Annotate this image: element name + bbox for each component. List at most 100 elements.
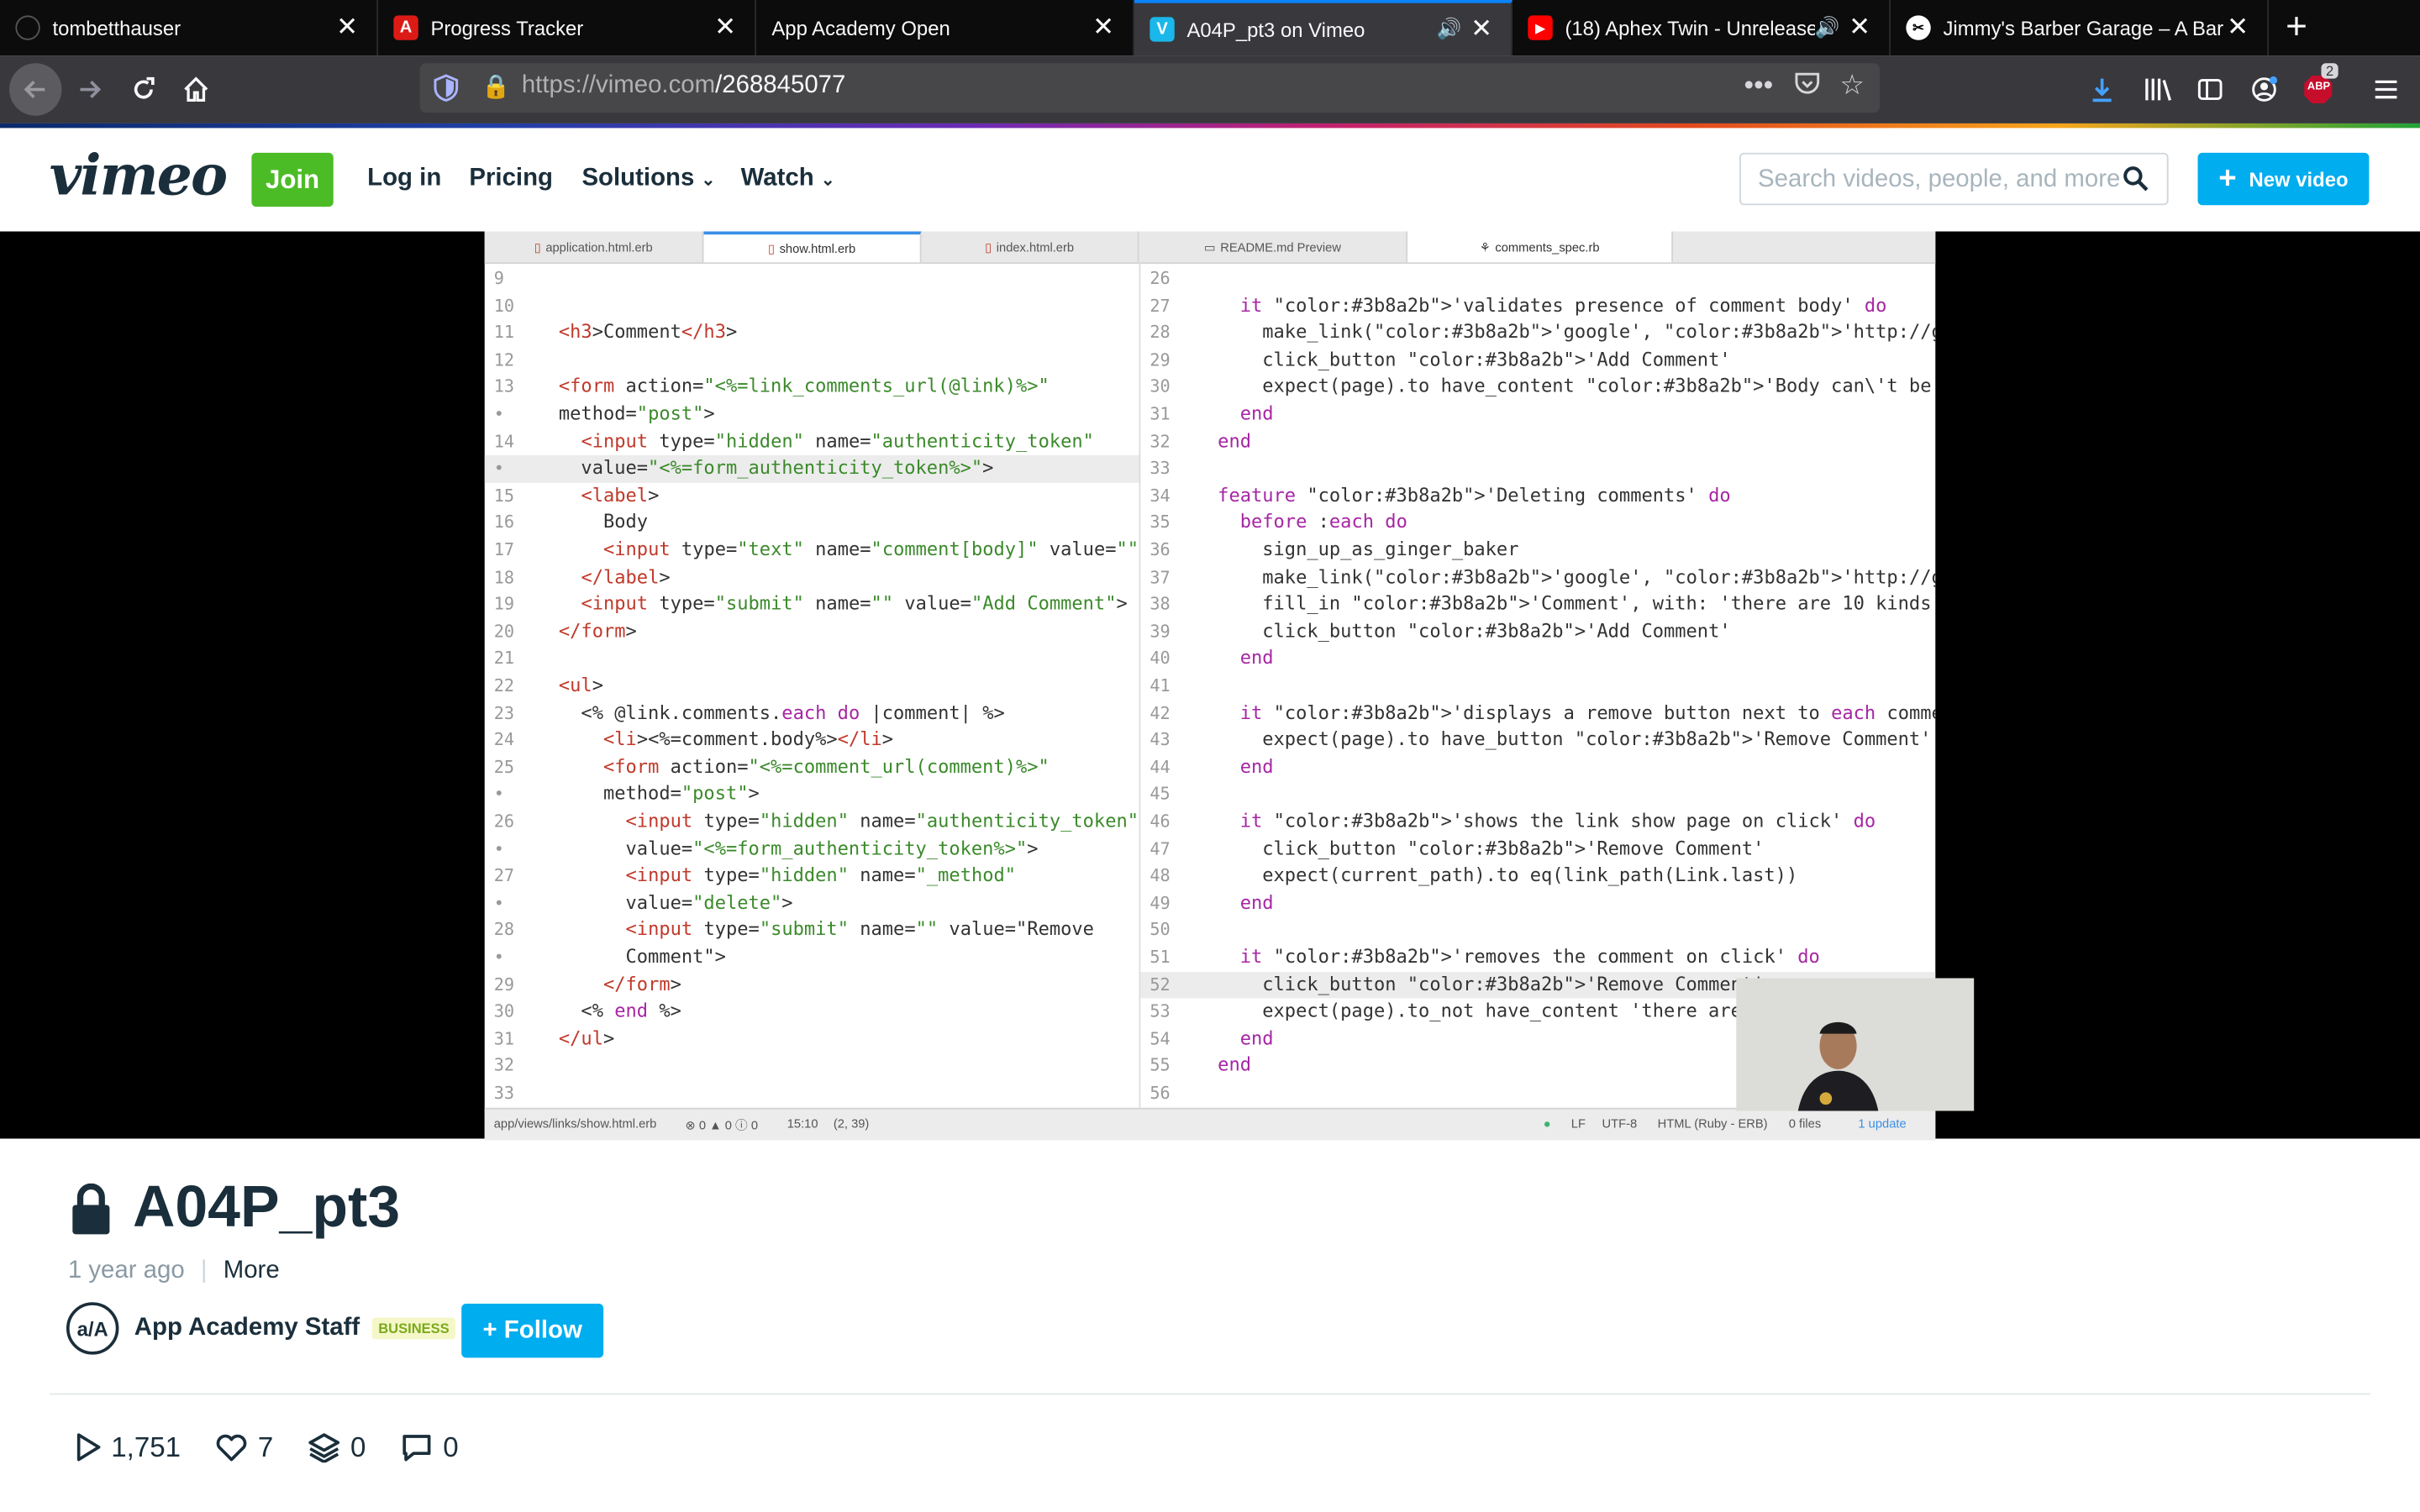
line-number: 29 — [493, 974, 515, 995]
code-line: </label> — [581, 565, 671, 588]
tab-youtube-aphex[interactable]: ▶ (18) Aphex Twin - Unreleased 🔊 ✕ — [1512, 0, 1891, 56]
url-bar[interactable]: 🔒 https://vimeo.com/268845077 ••• ☆ — [419, 63, 1881, 113]
reload-button[interactable] — [118, 65, 168, 114]
adblock-button[interactable]: ABP 2 — [2293, 63, 2343, 114]
close-tab-icon[interactable]: ✕ — [2224, 13, 2252, 44]
watch-menu[interactable]: Watch ⌄ — [741, 165, 835, 193]
login-link[interactable]: Log in — [367, 165, 441, 193]
editor-tab-bar: ▯ application.html.erb ▯ show.html.erb ▯ in… — [484, 231, 1936, 265]
line-number: 41 — [1150, 675, 1171, 696]
close-tab-icon[interactable]: ✕ — [1090, 13, 1118, 44]
line-number: 27 — [1150, 295, 1171, 316]
library-button[interactable] — [2133, 65, 2182, 114]
search-input[interactable]: Search videos, people, and more — [1739, 152, 2169, 206]
status-path: app/views/links/show.html.erb — [493, 1116, 657, 1131]
tab-tombetthauser[interactable]: tombetthauser ✕ — [0, 0, 379, 56]
tab-app-academy-open[interactable]: App Academy Open ✕ — [756, 0, 1135, 56]
line-number: 29 — [1150, 349, 1171, 370]
code-line: it "color:#3b8a2b">'shows the link show … — [1239, 810, 1876, 832]
line-number: 9 — [493, 268, 504, 289]
speaker-icon[interactable]: 🔊 — [1815, 15, 1840, 39]
tab-progress-tracker[interactable]: A Progress Tracker ✕ — [378, 0, 757, 56]
reload-icon — [134, 76, 155, 99]
tab-vimeo-active[interactable]: V A04P_pt3 on Vimeo 🔊 ✕ — [1134, 0, 1513, 56]
video-meta: 1 year ago | More — [68, 1257, 280, 1285]
code-line: <ul> — [558, 674, 604, 696]
url-text[interactable]: https://vimeo.com/268845077 — [522, 72, 846, 100]
home-icon — [184, 76, 208, 102]
line-number: 11 — [493, 323, 515, 344]
new-video-button[interactable]: + New video — [2197, 152, 2370, 206]
line-number: 32 — [1150, 431, 1171, 452]
url-host: https://vimeo.com — [521, 72, 716, 99]
pricing-link[interactable]: Pricing — [469, 165, 553, 193]
line-number: 55 — [1150, 1056, 1171, 1076]
solutions-menu[interactable]: Solutions ⌄ — [581, 165, 715, 193]
page-actions-icon[interactable]: ••• — [1744, 70, 1774, 102]
tracking-shield-icon[interactable] — [432, 74, 460, 102]
sidebar-icon — [2197, 79, 2223, 101]
barber-icon: ✂ — [1906, 15, 1931, 40]
line-number: 32 — [493, 1056, 515, 1076]
menu-button[interactable] — [2361, 65, 2411, 114]
pocket-icon[interactable] — [1793, 70, 1821, 105]
line-number: 25 — [493, 757, 515, 778]
line-number: 17 — [493, 539, 515, 560]
join-button[interactable]: Join — [251, 152, 334, 207]
close-tab-icon[interactable]: ✕ — [1468, 14, 1496, 45]
comments-count: 0 — [443, 1431, 459, 1462]
forward-button[interactable] — [65, 65, 114, 114]
line-number: 51 — [1150, 947, 1171, 968]
more-link[interactable]: More — [224, 1257, 280, 1284]
search-icon[interactable] — [2121, 164, 2152, 195]
avatar[interactable]: a/A — [66, 1302, 119, 1355]
line-number: 16 — [493, 512, 515, 533]
code-line: end — [1239, 1026, 1274, 1049]
line-number: 35 — [1150, 512, 1171, 533]
code-line: make_link("color:#3b8a2b">'google', "col… — [1218, 321, 1936, 344]
chevron-down-icon: ⌄ — [820, 171, 835, 190]
comment-icon — [402, 1435, 431, 1462]
code-line: feature "color:#3b8a2b">'Deleting commen… — [1218, 484, 1731, 507]
collections-stat[interactable]: 0 — [308, 1431, 366, 1464]
close-tab-icon[interactable]: ✕ — [334, 13, 361, 44]
speaker-icon[interactable]: 🔊 — [1437, 17, 1462, 41]
tab-title: Progress Tracker — [430, 16, 584, 39]
line-number: 34 — [1150, 486, 1171, 507]
code-line: end — [1239, 891, 1274, 913]
downloads-button[interactable] — [2077, 65, 2127, 114]
line-number: 33 — [493, 1083, 515, 1104]
line-number: • — [493, 838, 504, 859]
account-button[interactable] — [2239, 65, 2289, 114]
code-line: <input type="hidden" name="authenticity_… — [581, 429, 1094, 452]
line-number: 21 — [493, 648, 515, 669]
browser-tab-strip: tombetthauser ✕ A Progress Tracker ✕ App… — [0, 0, 2420, 56]
likes-stat[interactable]: 7 — [214, 1431, 273, 1464]
lock-icon[interactable]: 🔒 — [481, 72, 510, 100]
close-tab-icon[interactable]: ✕ — [712, 13, 739, 44]
code-line: expect(page).to_not have_content 'there … — [1218, 1000, 1742, 1022]
tab-barber-garage[interactable]: ✂ Jimmy's Barber Garage – A Barb ✕ — [1891, 0, 2270, 56]
comments-stat[interactable]: 0 — [400, 1431, 459, 1464]
code-line: <h3>Comment</h3> — [558, 321, 738, 344]
editor-tab-label: comments_spec.rb — [1495, 239, 1600, 255]
arrow-left-icon — [24, 81, 45, 99]
line-number: 10 — [493, 295, 515, 316]
line-number: 31 — [1150, 404, 1171, 425]
bookmark-star-icon[interactable]: ☆ — [1839, 70, 1865, 102]
new-tab-button[interactable]: + — [2275, 6, 2317, 49]
owner-name-link[interactable]: App Academy Staff — [134, 1315, 360, 1342]
vimeo-logo[interactable]: vimeo — [50, 144, 228, 208]
plays-stat: 1,751 — [74, 1431, 181, 1464]
code-line: end — [1239, 755, 1274, 778]
close-tab-icon[interactable]: ✕ — [1846, 13, 1874, 44]
video-player[interactable]: ▯ application.html.erb ▯ show.html.erb ▯ in… — [0, 231, 2420, 1141]
heart-icon — [216, 1434, 247, 1462]
line-number: 27 — [493, 865, 515, 886]
back-button[interactable] — [9, 63, 62, 116]
sidebar-button[interactable] — [2186, 65, 2235, 114]
code-line: <li><%=comment.body%></li> — [602, 728, 894, 750]
follow-button[interactable]: + Follow — [461, 1304, 604, 1358]
code-line: end — [1218, 429, 1252, 452]
home-button[interactable] — [171, 65, 221, 114]
